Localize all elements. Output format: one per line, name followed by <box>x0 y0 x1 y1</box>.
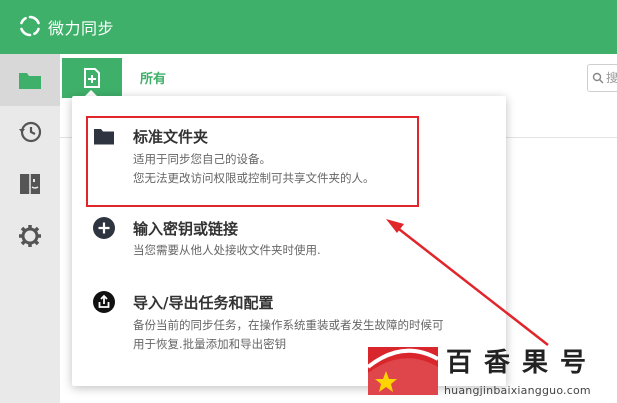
app-title: 微力同步 <box>48 19 115 38</box>
menu-item-desc: 用于恢复.批量添加和导出密钥 <box>133 337 287 351</box>
sidebar-item-devices[interactable] <box>0 158 60 210</box>
watermark: 百香果号 huangjinbaixiangguo.com <box>366 340 617 403</box>
device-face-icon <box>20 174 40 194</box>
search-placeholder: 搜 <box>606 71 617 85</box>
watermark-flag-logo-icon <box>366 347 439 395</box>
menu-item-input-key[interactable]: 输入密钥或链接 当您需要从他人处接收文件夹时使用. <box>72 208 506 268</box>
menu-item-desc: 备份当前的同步任务，在操作系统重装或者发生故障的时候可 <box>133 318 444 332</box>
search-icon <box>592 72 604 84</box>
toolbar: 所有 搜 <box>60 54 617 102</box>
search-input[interactable]: 搜 <box>587 64 617 92</box>
sidebar-item-history[interactable] <box>0 106 60 158</box>
sidebar <box>0 54 60 403</box>
plus-circle-icon <box>93 217 115 239</box>
folder-icon <box>19 73 41 89</box>
menu-item-label: 输入密钥或链接 <box>133 220 239 238</box>
sidebar-item-settings[interactable] <box>0 210 60 262</box>
watermark-brand: 百香果号 <box>444 348 614 378</box>
watermark-url: huangjinbaixiangguo.com <box>444 384 591 397</box>
watermark-char: 号 <box>559 348 586 378</box>
watermark-char: 香 <box>483 348 510 378</box>
menu-item-label: 导入/导出任务和配置 <box>133 294 274 312</box>
gear-icon <box>19 225 41 247</box>
menu-item-desc: 当您需要从他人处接收文件夹时使用. <box>133 243 321 257</box>
title-bar: 微力同步 <box>0 0 617 54</box>
sync-logo-icon <box>20 15 40 37</box>
watermark-char: 百 <box>445 348 472 378</box>
highlight-box <box>86 116 419 207</box>
watermark-char: 果 <box>521 348 548 378</box>
history-icon <box>19 121 42 143</box>
sidebar-item-folders[interactable] <box>0 54 60 106</box>
share-icon <box>93 291 115 313</box>
tab-all[interactable]: 所有 <box>140 68 166 87</box>
add-file-icon <box>84 68 100 88</box>
